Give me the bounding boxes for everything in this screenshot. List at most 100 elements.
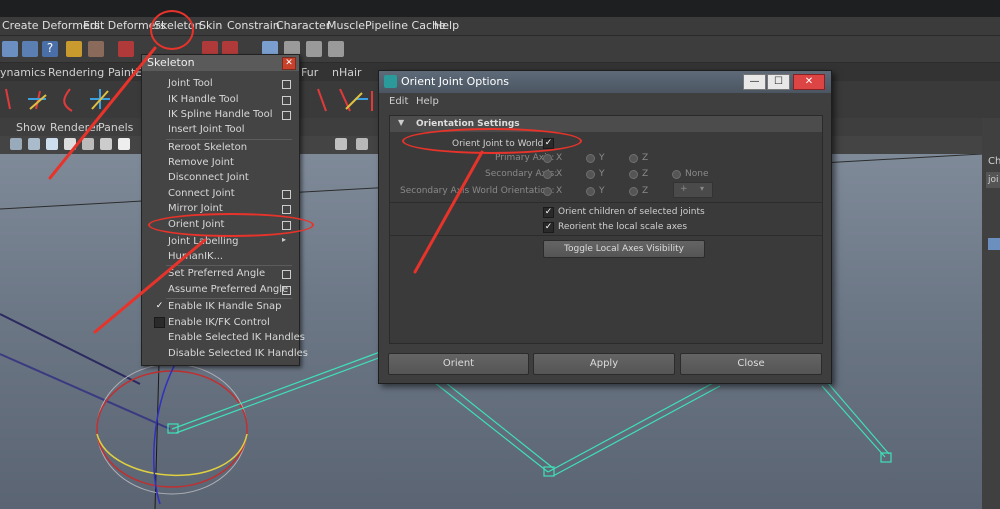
menu-separator — [166, 139, 292, 140]
toggle-local-axes-button[interactable]: Toggle Local Axes Visibility — [543, 240, 705, 258]
secondary-axis-z-radio[interactable] — [629, 170, 638, 179]
menu-item-enable-ik-handle-snap[interactable]: Enable IK Handle Snap — [168, 301, 282, 312]
channel-box-tab[interactable]: Ch — [988, 156, 1000, 167]
secondary-axis-x-radio[interactable] — [543, 170, 552, 179]
shading-icon[interactable] — [100, 138, 112, 150]
magnet-icon[interactable] — [118, 41, 134, 57]
skeleton-menu-header[interactable]: Skeleton ✕ — [142, 55, 299, 71]
shading-icon[interactable] — [64, 138, 76, 150]
menu-item-remove-joint[interactable]: Remove Joint — [168, 157, 234, 168]
panel-menu-show[interactable]: Show — [16, 121, 46, 134]
tool-icon[interactable] — [88, 41, 104, 57]
shading-icon[interactable] — [46, 138, 58, 150]
axis-y-label: Y — [599, 153, 605, 163]
menu-item-enable-ik-fk-control[interactable]: Enable IK/FK Control — [168, 317, 270, 328]
maximize-icon[interactable]: ☐ — [767, 74, 790, 90]
option-box-icon[interactable] — [282, 80, 291, 89]
menu-item-reroot-skeleton[interactable]: Reroot Skeleton — [168, 142, 247, 153]
unchecked-box-icon — [154, 317, 165, 328]
panel-menu-renderer[interactable]: Renderer — [50, 121, 100, 134]
shading-icon[interactable] — [82, 138, 94, 150]
shelf-tab[interactable]: nHair — [332, 66, 362, 79]
menu-help[interactable]: Help — [434, 19, 459, 32]
menu-separator — [166, 265, 292, 266]
axis-z-label: Z — [642, 186, 649, 196]
dialog-menubar: Edit Help — [379, 93, 831, 110]
annotation-ellipse — [150, 10, 194, 50]
close-icon[interactable]: ✕ — [793, 74, 825, 90]
axis-x-label: X — [556, 153, 563, 163]
orient-children-checkbox[interactable]: ✓ — [543, 207, 554, 218]
world-y-radio[interactable] — [586, 187, 595, 196]
option-box-icon[interactable] — [282, 111, 291, 120]
annotation-ellipse — [402, 128, 582, 154]
menu-item-ik-handle-tool[interactable]: IK Handle Tool — [168, 94, 239, 105]
menu-separator — [166, 298, 292, 299]
menu-item-ik-spline-handle-tool[interactable]: IK Spline Handle Tool — [168, 109, 272, 120]
shading-icon[interactable] — [118, 138, 130, 150]
menu-item-set-preferred-angle[interactable]: Set Preferred Angle — [168, 268, 265, 279]
axis-y-label: Y — [599, 169, 605, 179]
secondary-axis-y-radio[interactable] — [586, 170, 595, 179]
menu-item-insert-joint-tool[interactable]: Insert Joint Tool — [168, 124, 245, 135]
world-x-radio[interactable] — [543, 187, 552, 196]
collapse-arrow-icon: ▼ — [398, 118, 405, 127]
secondary-axis-none-radio[interactable] — [672, 170, 681, 179]
camera-icon[interactable] — [335, 138, 347, 150]
render-icon[interactable] — [328, 41, 344, 57]
channel-box-panel: Ch joi — [982, 118, 1000, 509]
shelf-tab[interactable]: Fur — [301, 66, 318, 79]
menu-item-enable-selected-ik-handles[interactable]: Enable Selected IK Handles — [168, 332, 305, 343]
menu-item-disable-selected-ik-handles[interactable]: Disable Selected IK Handles — [168, 348, 308, 359]
world-orientation-value: + — [680, 184, 688, 194]
axis-x-label: X — [556, 169, 563, 179]
dialog-menu-help[interactable]: Help — [416, 96, 439, 107]
window-title-strip — [0, 0, 1000, 17]
render-icon[interactable] — [306, 41, 322, 57]
shading-icon[interactable] — [28, 138, 40, 150]
menu-item-assume-preferred-angle[interactable]: Assume Preferred Angle — [168, 284, 288, 295]
tool-icon[interactable] — [2, 41, 18, 57]
reorient-checkbox[interactable]: ✓ — [543, 222, 554, 233]
menu-item-joint-tool[interactable]: Joint Tool — [168, 78, 213, 89]
primary-axis-z-radio[interactable] — [629, 154, 638, 163]
camera-icon[interactable] — [356, 138, 368, 150]
menu-constrain[interactable]: Constrain — [227, 19, 280, 32]
annotation-ellipse — [148, 213, 314, 237]
shelf-tab[interactable]: ynamics — [0, 66, 46, 79]
shading-icon[interactable] — [10, 138, 22, 150]
menu-skin[interactable]: Skin — [199, 19, 222, 32]
menu-character[interactable]: Character — [276, 19, 330, 32]
option-box-icon[interactable] — [282, 205, 291, 214]
primary-axis-y-radio[interactable] — [586, 154, 595, 163]
minimize-icon[interactable]: — — [743, 74, 766, 90]
axis-y-label: Y — [599, 186, 605, 196]
close-button[interactable]: Close — [680, 353, 822, 375]
option-box-icon[interactable] — [282, 190, 291, 199]
option-box-icon[interactable] — [282, 286, 291, 295]
option-box-icon[interactable] — [282, 270, 291, 279]
menu-item-disconnect-joint[interactable]: Disconnect Joint — [168, 172, 249, 183]
tool-icon[interactable] — [22, 41, 38, 57]
menu-muscle[interactable]: Muscle — [327, 19, 365, 32]
option-box-icon[interactable] — [282, 96, 291, 105]
panel-menu-panels[interactable]: Panels — [98, 121, 133, 134]
orient-button[interactable]: Orient — [388, 353, 529, 375]
dialog-menu-edit[interactable]: Edit — [389, 96, 408, 107]
dialog-title: Orient Joint Options — [401, 75, 510, 88]
shelf-tab[interactable]: Rendering — [48, 66, 104, 79]
world-orientation-select[interactable]: + ▾ — [673, 182, 713, 198]
chevron-down-icon: ▾ — [700, 184, 705, 193]
menu-item-connect-joint[interactable]: Connect Joint — [168, 188, 235, 199]
dialog-titlebar[interactable]: Orient Joint Options — ☐ ✕ — [379, 71, 831, 93]
help-icon[interactable]: ? — [42, 41, 58, 57]
close-icon[interactable]: ✕ — [282, 57, 296, 70]
menu-item-humanik[interactable]: HumanIK... — [168, 251, 223, 262]
primary-axis-x-radio[interactable] — [543, 154, 552, 163]
world-z-radio[interactable] — [629, 187, 638, 196]
lock-icon[interactable] — [66, 41, 82, 57]
secondary-world-label: Secondary Axis World Orientation: — [400, 186, 555, 196]
apply-button[interactable]: Apply — [533, 353, 675, 375]
channel-box-row[interactable]: joi — [988, 175, 999, 185]
menu-item-joint-labelling[interactable]: Joint Labelling — [168, 236, 239, 247]
